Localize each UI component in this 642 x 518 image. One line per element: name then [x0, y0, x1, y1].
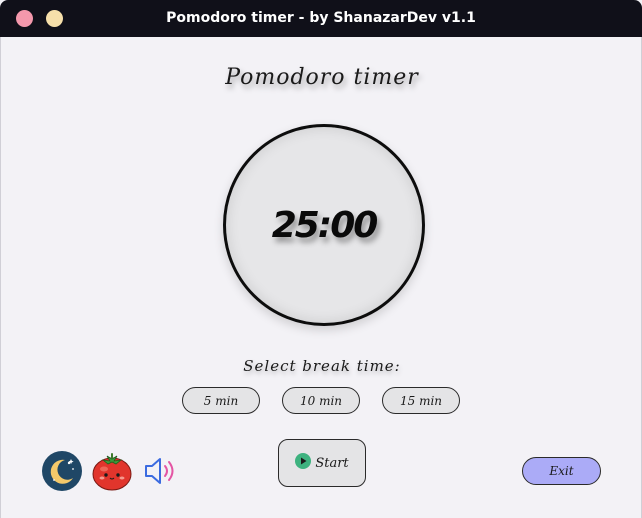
moon-icon[interactable]: [42, 451, 82, 491]
speaker-icon[interactable]: [141, 451, 181, 491]
start-label: Start: [315, 455, 349, 471]
break-5-min-button[interactable]: 5 min: [182, 387, 260, 414]
exit-button[interactable]: Exit: [522, 457, 601, 485]
break-10-min-button[interactable]: 10 min: [282, 387, 360, 414]
app-content: Pomodoro timer 25:00 Select break time: …: [0, 37, 642, 518]
title-bar: Pomodoro timer - by ShanazarDev v1.1: [0, 0, 642, 37]
break-15-min-button[interactable]: 15 min: [382, 387, 460, 414]
timer-display: 25:00: [271, 204, 379, 246]
app-title: Pomodoro timer: [225, 65, 419, 90]
timer-circle: 25:00: [223, 124, 425, 326]
tomato-icon[interactable]: [92, 451, 132, 491]
break-time-label: Select break time:: [243, 357, 401, 375]
window-title: Pomodoro timer - by ShanazarDev v1.1: [166, 10, 476, 26]
play-icon: [295, 453, 312, 473]
start-button[interactable]: Start: [278, 439, 366, 487]
